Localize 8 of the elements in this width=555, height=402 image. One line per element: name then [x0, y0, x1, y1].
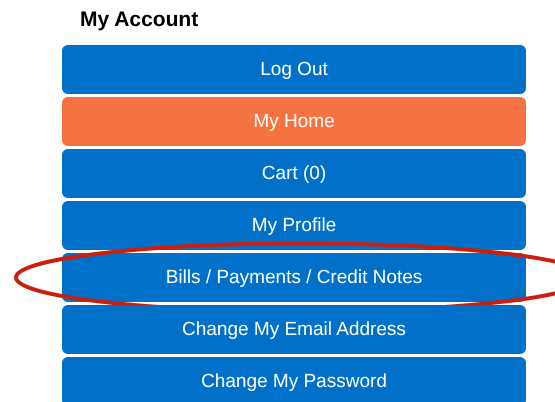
menu-button[interactable]: Change My Email Address — [62, 305, 526, 354]
section-title: My Account — [80, 8, 198, 32]
menu-button[interactable]: My Profile — [62, 201, 526, 250]
menu-button[interactable]: Bills / Payments / Credit Notes — [62, 253, 526, 302]
menu-button[interactable]: My Home — [62, 97, 526, 146]
menu-button[interactable]: Change My Password — [62, 357, 526, 402]
menu-button[interactable]: Cart (0) — [62, 149, 526, 198]
menu-button[interactable]: Log Out — [62, 45, 526, 94]
